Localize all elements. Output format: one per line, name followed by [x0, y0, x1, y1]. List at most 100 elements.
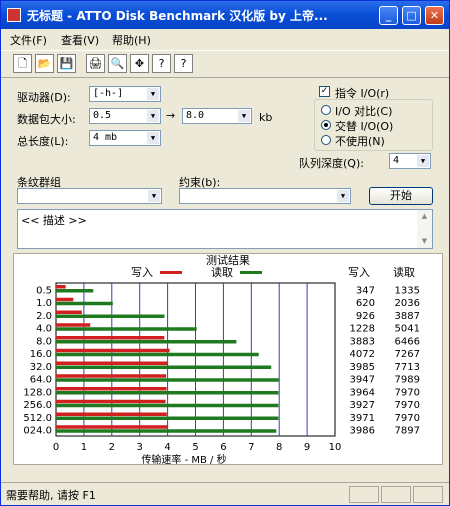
read-bar — [56, 352, 259, 357]
read-bar — [56, 340, 237, 344]
drive-label: 驱动器(D): — [17, 91, 71, 104]
read-bar — [56, 289, 94, 293]
write-value: 3947 — [350, 375, 375, 386]
write-bar — [56, 412, 167, 416]
move-icon[interactable]: ✥ — [130, 54, 149, 73]
x-tick-label: 2 — [109, 442, 115, 453]
read-value: 7970 — [395, 413, 420, 424]
chevron-down-icon[interactable]: ▼ — [147, 132, 159, 144]
direct-io-checkbox[interactable]: ✓ — [319, 86, 330, 97]
start-button[interactable]: 开始 — [369, 187, 433, 205]
column-write-header: 写入 — [348, 266, 370, 279]
y-tick-label: 0.5 — [36, 285, 52, 296]
stripe-group-select[interactable]: ▼ — [17, 188, 162, 204]
read-bar — [56, 301, 113, 306]
title-bar[interactable]: 无标题 - ATTO Disk Benchmark 汉化版 by 上帝... _… — [1, 1, 449, 29]
write-value: 3986 — [350, 426, 375, 437]
drive-value: [-h-] — [93, 88, 124, 99]
print-icon[interactable]: 🖨 — [86, 54, 105, 73]
queue-depth-select[interactable]: 4 ▼ — [389, 153, 431, 169]
io-compare-radio[interactable] — [321, 105, 331, 115]
read-bar — [56, 378, 279, 382]
help-icon[interactable]: ? — [152, 54, 171, 73]
write-value: 3971 — [350, 413, 375, 424]
chevron-down-icon[interactable]: ▼ — [147, 110, 159, 122]
x-tick-label: 5 — [192, 442, 198, 453]
read-bar — [56, 391, 279, 395]
read-value: 2036 — [395, 298, 420, 309]
read-value: 1335 — [395, 285, 420, 296]
y-tick-label: 1.0 — [36, 298, 52, 309]
legend-write-label: 写入 — [131, 266, 153, 279]
status-cell — [349, 486, 379, 503]
transfer-to-select[interactable]: 8.0 ▼ — [182, 108, 252, 124]
io-alternate-radio[interactable] — [321, 120, 331, 130]
new-file-icon[interactable]: 🗋 — [13, 54, 32, 73]
io-alternate-label: 交替 I/O(O) — [335, 120, 394, 133]
menu-bar: 文件(F) 查看(V) 帮助(H) — [1, 29, 449, 49]
chevron-down-icon[interactable]: ▼ — [337, 190, 349, 202]
status-bar: 需要帮助, 请按 F1 — [1, 482, 449, 506]
restrict-select[interactable]: ▼ — [179, 188, 351, 204]
context-help-icon[interactable]: ? — [174, 54, 193, 73]
read-value: 7970 — [395, 387, 420, 398]
x-tick-label: 0 — [53, 442, 59, 453]
toolbar: 🗋 📂 💾 🖨 🔍 ✥ ? ? — [1, 50, 449, 78]
results-chart: 测试结果 写入 读取 写入 读取 0 1 2 3 4 5 6 7 8 9 100.5 347 13351… — [23, 254, 420, 466]
x-axis-label: 传输速率 - MB / 秒 — [141, 453, 226, 464]
write-value: 3964 — [350, 387, 375, 398]
legend-write-swatch — [160, 271, 182, 274]
write-value: 3927 — [350, 400, 375, 411]
read-value: 7713 — [395, 362, 420, 373]
total-length-select[interactable]: 4 mb ▼ — [89, 130, 161, 146]
read-bar — [56, 416, 279, 420]
x-tick-label: 3 — [137, 442, 143, 453]
write-value: 926 — [356, 311, 375, 322]
io-none-radio[interactable] — [321, 135, 331, 145]
open-folder-icon[interactable]: 📂 — [35, 54, 54, 73]
chevron-down-icon[interactable]: ▼ — [148, 190, 160, 202]
scroll-up-icon[interactable]: ▲ — [418, 210, 431, 223]
queue-depth-label: 队列深度(Q): — [299, 157, 364, 170]
read-value: 6466 — [395, 336, 420, 347]
print-preview-icon[interactable]: 🔍 — [108, 54, 127, 73]
chevron-down-icon[interactable]: ▼ — [147, 88, 159, 100]
menu-view[interactable]: 查看(V) — [61, 32, 99, 48]
description-text: << 描述 >> — [21, 214, 87, 227]
read-bar — [56, 403, 279, 408]
y-tick-label: 8.0 — [36, 336, 52, 347]
scroll-down-icon[interactable]: ▼ — [418, 235, 431, 248]
write-value: 3985 — [350, 362, 375, 373]
description-scrollbar[interactable]: ▲ ▼ — [417, 210, 432, 248]
description-field[interactable]: << 描述 >> ▲ ▼ — [17, 209, 433, 249]
save-icon[interactable]: 💾 — [57, 54, 76, 73]
transfer-unit: kb — [259, 111, 273, 124]
read-bar — [56, 314, 165, 318]
results-panel: 测试结果 写入 读取 写入 读取 0 1 2 3 4 5 6 7 8 9 10 0.5 347 1335 1… — [13, 253, 443, 466]
y-tick-label: 024.0 — [23, 426, 52, 437]
x-tick-label: 8 — [276, 442, 282, 453]
legend-read-label: 读取 — [211, 265, 233, 279]
read-bar — [56, 365, 272, 369]
app-window: 无标题 - ATTO Disk Benchmark 汉化版 by 上帝... _… — [0, 0, 450, 506]
write-bar — [56, 323, 91, 327]
maximize-button[interactable]: □ — [402, 6, 421, 25]
legend-read-swatch — [240, 271, 262, 274]
menu-help[interactable]: 帮助(H) — [112, 32, 151, 48]
close-button[interactable]: ✕ — [425, 6, 444, 25]
transfer-from-select[interactable]: 0.5 ▼ — [89, 108, 161, 124]
write-bar — [56, 425, 168, 429]
read-bar — [56, 327, 197, 331]
write-bar — [56, 348, 170, 353]
menu-file[interactable]: 文件(F) — [10, 32, 47, 48]
minimize-button[interactable]: _ — [379, 6, 398, 25]
write-bar — [56, 374, 167, 378]
chevron-down-icon[interactable]: ▼ — [238, 110, 250, 122]
write-value: 347 — [356, 285, 375, 296]
drive-select[interactable]: [-h-] ▼ — [89, 86, 161, 102]
y-tick-label: 4.0 — [36, 324, 52, 335]
chevron-down-icon[interactable]: ▼ — [417, 155, 429, 167]
app-icon[interactable] — [7, 8, 21, 22]
y-tick-label: 32.0 — [30, 362, 52, 373]
read-value: 7970 — [395, 400, 420, 411]
